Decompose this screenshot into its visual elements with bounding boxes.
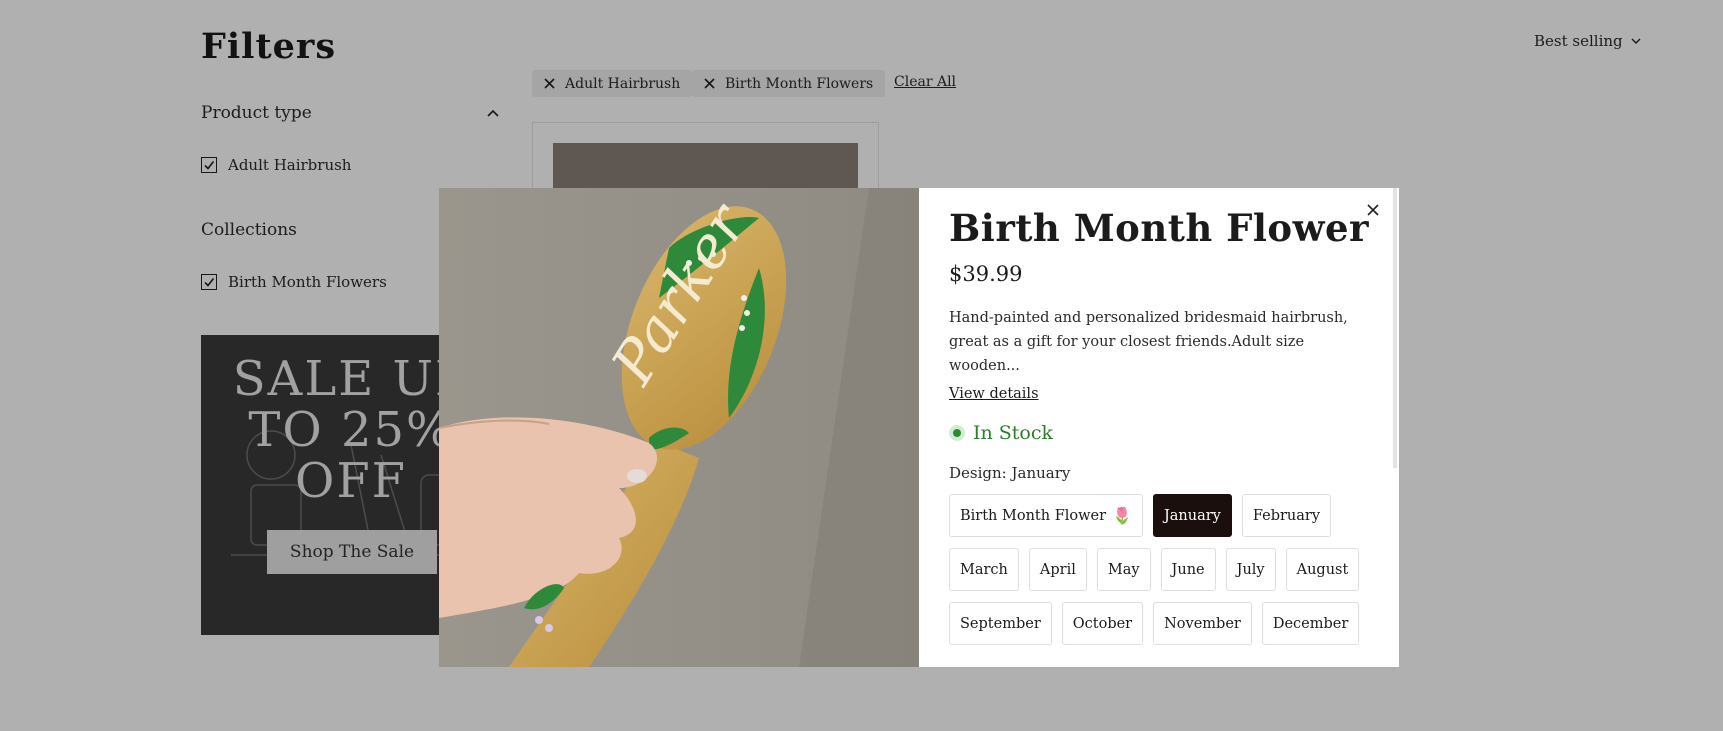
design-options: Birth Month Flower 🌷 January February Ma… [949, 494, 1389, 646]
design-option-october[interactable]: October [1061, 602, 1144, 646]
design-option-february[interactable]: February [1241, 494, 1332, 538]
design-option-april[interactable]: April [1028, 548, 1087, 592]
product-image: Parker [439, 188, 919, 667]
design-option-may[interactable]: May [1096, 548, 1151, 592]
design-option-birth-month-flower[interactable]: Birth Month Flower 🌷 [949, 494, 1143, 538]
close-icon [1367, 203, 1379, 216]
design-option-june[interactable]: June [1160, 548, 1216, 592]
design-option-july[interactable]: July [1225, 548, 1276, 592]
product-title: Birth Month Flower [949, 206, 1369, 250]
design-option-september[interactable]: September [949, 602, 1052, 646]
stock-status: In Stock [949, 422, 1369, 444]
design-option-march[interactable]: March [949, 548, 1019, 592]
design-option-december[interactable]: December [1261, 602, 1360, 646]
scrollbar[interactable] [1393, 188, 1397, 468]
close-modal-button[interactable] [1363, 201, 1383, 221]
view-details-link[interactable]: View details [949, 386, 1039, 402]
hairbrush-photo: Parker [439, 188, 919, 667]
design-option-january[interactable]: January [1152, 494, 1232, 538]
in-stock-icon [949, 425, 965, 442]
product-description: Hand-painted and personalized bridesmaid… [949, 310, 1348, 375]
option-label: Birth Month Flower [960, 507, 1107, 524]
stock-label: In Stock [973, 422, 1054, 445]
design-label: Design: January [949, 464, 1071, 483]
design-option-august[interactable]: August [1285, 548, 1360, 592]
quick-view-modal: Parker Birth Month Flower $39.99 Hand-pa… [439, 188, 1399, 667]
tulip-icon: 🌷 [1112, 506, 1132, 526]
design-option-november[interactable]: November [1153, 602, 1252, 646]
product-price: $39.99 [949, 262, 1023, 287]
product-details: Birth Month Flower $39.99 Hand-painted a… [919, 188, 1399, 667]
